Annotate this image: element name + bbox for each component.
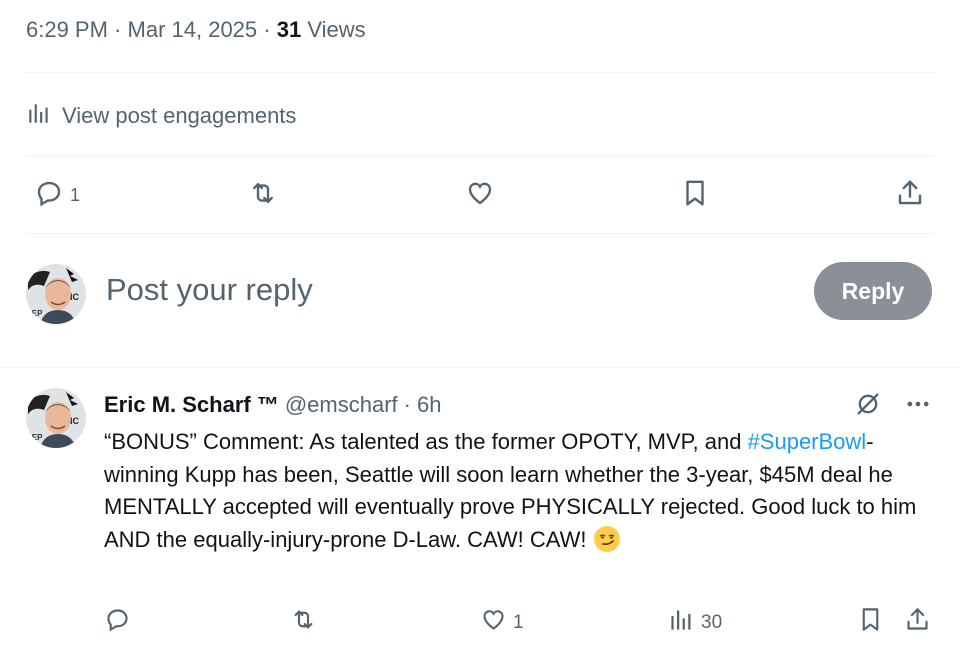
bookmark-button[interactable] (857, 606, 884, 639)
divider (26, 72, 934, 73)
analytics-icon (26, 100, 52, 132)
post-header: Eric M. Scharf ™ @emscharf · 6h (104, 392, 441, 418)
post-header-actions (854, 390, 932, 423)
bookmark-button[interactable] (680, 178, 710, 213)
analytics-icon (668, 606, 695, 639)
repost-button[interactable] (290, 606, 317, 639)
post-time[interactable]: 6h (417, 392, 441, 418)
share-button[interactable] (895, 178, 925, 213)
like-button[interactable] (465, 178, 495, 213)
view-engagements-label: View post engagements (62, 103, 297, 128)
share-icon (895, 178, 925, 213)
post-text: “BONUS” Comment: As talented as the form… (104, 426, 934, 556)
share-button[interactable] (904, 606, 931, 639)
share-icon (904, 606, 931, 639)
reply-icon (104, 606, 131, 639)
post-text-part: “BONUS” Comment: As talented as the form… (104, 429, 748, 454)
views-count: 31 (276, 17, 302, 42)
reply-icon (34, 178, 64, 213)
like-count: 1 (513, 611, 524, 633)
reply-button[interactable]: 1 (34, 178, 80, 213)
post-time[interactable]: 6:29 PM (26, 17, 108, 42)
views-button[interactable]: 30 (668, 606, 722, 639)
reply-button[interactable] (104, 606, 131, 639)
meta-separator: · (263, 17, 271, 42)
view-engagements-link[interactable]: View post engagements (26, 100, 296, 132)
repost-icon (290, 606, 317, 639)
svg-text:IC: IC (70, 416, 80, 426)
smirking-face-emoji (593, 525, 621, 553)
bookmark-icon (857, 606, 884, 639)
reply-action-bar: 1 30 (0, 602, 960, 636)
avatar[interactable]: IC REP (26, 264, 86, 324)
svg-text:REP: REP (26, 309, 43, 318)
author-handle[interactable]: @emscharf (285, 392, 398, 418)
meta-separator: · (114, 17, 122, 42)
author-avatar[interactable]: IC REP (26, 388, 86, 448)
hashtag-link[interactable]: #SuperBowl (748, 429, 867, 454)
reply-submit-button[interactable]: Reply (814, 262, 932, 320)
like-icon (480, 606, 507, 639)
reply-input[interactable]: Post your reply (106, 272, 313, 308)
post-action-bar: 1 (0, 174, 960, 214)
more-options-icon[interactable] (904, 390, 932, 423)
reply-count: 1 (70, 185, 81, 205)
grok-icon[interactable] (854, 390, 882, 423)
reply-composer: IC REP Post your reply Reply (26, 262, 934, 326)
divider (26, 233, 934, 234)
svg-text:REP: REP (26, 433, 43, 442)
views-label: Views (307, 17, 366, 42)
bookmark-icon (680, 178, 710, 213)
post-date[interactable]: Mar 14, 2025 (128, 17, 258, 42)
author-name[interactable]: Eric M. Scharf ™ (104, 392, 279, 418)
repost-icon (248, 178, 278, 213)
like-button[interactable]: 1 (480, 606, 524, 639)
like-icon (465, 178, 495, 213)
repost-button[interactable] (248, 178, 278, 213)
header-separator: · (403, 392, 411, 417)
svg-text:IC: IC (70, 292, 80, 302)
post-meta: 6:29 PM · Mar 14, 2025 · 31 Views (26, 17, 366, 43)
divider (0, 367, 960, 368)
divider (26, 156, 934, 157)
views-count: 30 (701, 611, 723, 633)
